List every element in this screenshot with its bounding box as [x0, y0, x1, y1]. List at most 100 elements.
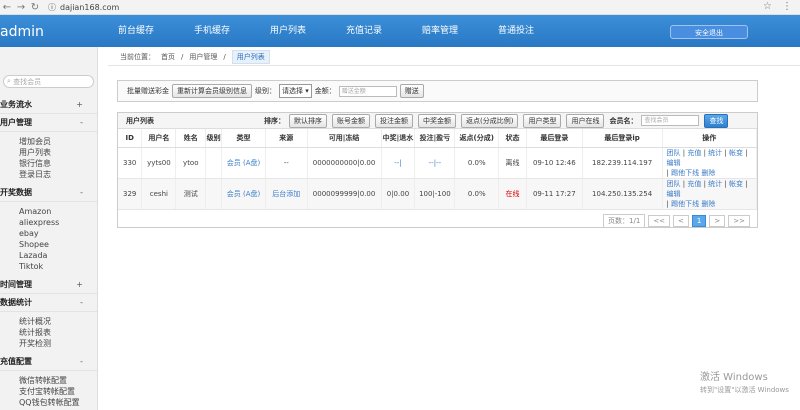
sidebar-group-business[interactable]: 业务流水 +: [0, 96, 97, 114]
sidebar-item-bank-info[interactable]: 银行信息: [0, 158, 97, 169]
sidebar-item-aliexpress[interactable]: aliexpress: [0, 217, 97, 228]
sidebar-search-input[interactable]: ⌕ 查找会员: [3, 75, 94, 88]
pagination: 页数：1/1 << < 1 > >>: [118, 210, 757, 232]
breadcrumb-home[interactable]: 首页: [161, 52, 175, 62]
user-type-link[interactable]: 会员 (A盘): [221, 147, 266, 179]
topnav-item-2[interactable]: 用户列表: [250, 15, 326, 47]
gift-submit-button[interactable]: 赠送: [399, 84, 424, 98]
reload-icon[interactable]: ↻: [28, 2, 42, 13]
stats-link[interactable]: 统计: [708, 149, 722, 157]
account-change-link[interactable]: 帐变: [729, 149, 743, 157]
row-actions: 团队 | 充值 | 统计 | 帐变 | 编辑 | 踢他下线 删除: [662, 147, 758, 179]
sidebar-group-stats[interactable]: 数据统计 -: [0, 294, 97, 312]
address-bar[interactable]: ⓘ dajian168.com: [48, 2, 119, 13]
top-bar: admin 前台缓存 手机缓存 用户列表 充值记录 赔率管理 普通投注 安全退出: [0, 15, 800, 47]
topnav-item-0[interactable]: 前台缓存: [98, 15, 174, 47]
sort-default-button[interactable]: 默认排序: [289, 113, 327, 128]
sidebar-item-amazon[interactable]: Amazon: [0, 206, 97, 217]
sidebar-item-qq-config[interactable]: QQ钱包转帐配置: [0, 397, 97, 408]
current-page-button[interactable]: 1: [691, 214, 707, 227]
sidebar-item-shopee[interactable]: Shopee: [0, 239, 97, 250]
sidebar-group-users[interactable]: 用户管理 -: [0, 114, 97, 132]
sidebar-item-user-list[interactable]: 用户列表: [0, 147, 97, 158]
col-win: 中奖|退水: [381, 129, 416, 148]
kick-offline-link[interactable]: 踢他下线: [671, 169, 699, 177]
sidebar-item-lazada[interactable]: Lazada: [0, 250, 97, 261]
sidebar-item-stats-overview[interactable]: 统计概况: [0, 316, 97, 327]
sidebar-item-stats-report[interactable]: 统计报表: [0, 327, 97, 338]
table-header-row: ID 用户名 姓名 级别 类型 来源 可用|冻结 中奖|退水 投注|盈亏 返点(…: [118, 129, 758, 148]
topnav-item-1[interactable]: 手机缓存: [174, 15, 250, 47]
col-bet: 投注|盈亏: [414, 129, 456, 148]
safe-exit-button[interactable]: 安全退出: [670, 25, 748, 39]
breadcrumb: 当前位置： 首页 / 用户管理 / 用户列表: [108, 48, 800, 66]
sort-type-button[interactable]: 用户类型: [523, 113, 562, 128]
member-search-input[interactable]: 查找会员: [641, 115, 700, 126]
sidebar-item-ebay[interactable]: ebay: [0, 228, 97, 239]
col-balance: 可用|冻结: [307, 129, 382, 148]
kick-offline-link[interactable]: 踢他下线: [671, 200, 699, 208]
last-page-button[interactable]: >>: [728, 214, 750, 227]
sidebar-group-lottery[interactable]: 开奖数据 -: [0, 184, 97, 202]
delete-link[interactable]: 删除: [701, 200, 715, 208]
sidebar-item-login-log[interactable]: 登录日志: [0, 169, 97, 180]
bonus-label: 批量赠送彩金: [127, 87, 169, 95]
url-text: dajian168.com: [60, 2, 120, 12]
recalculate-level-button[interactable]: 重新计算会员级别信息: [172, 84, 252, 98]
topnav-item-4[interactable]: 赔率管理: [402, 15, 478, 47]
recharge-link[interactable]: 充值: [687, 180, 701, 188]
topnav-item-5[interactable]: 普通投注: [478, 15, 554, 47]
amount-input[interactable]: 赠送金额: [338, 85, 397, 97]
expand-icon: +: [76, 280, 83, 289]
sidebar-item-wechat-config[interactable]: 微信转帐配置: [0, 375, 97, 386]
sort-balance-button[interactable]: 账号金额: [332, 113, 370, 128]
collapse-icon: -: [80, 118, 83, 127]
team-link[interactable]: 团队: [667, 180, 681, 188]
sidebar-item-draw-check[interactable]: 开奖检测: [0, 338, 97, 349]
level-label: 级别：: [255, 87, 276, 95]
sort-rebate-button[interactable]: 返点(分成比例): [461, 113, 519, 128]
prev-page-button[interactable]: <: [673, 214, 689, 227]
edit-link[interactable]: 编辑: [667, 190, 681, 198]
site-info-icon[interactable]: ⓘ: [48, 2, 56, 13]
next-page-button[interactable]: >: [709, 214, 726, 227]
member-search-button[interactable]: 查找: [704, 113, 729, 128]
menu-icon[interactable]: ⋮: [782, 1, 792, 12]
team-link[interactable]: 团队: [667, 149, 681, 157]
back-icon[interactable]: ←: [0, 2, 14, 13]
col-source: 来源: [265, 129, 308, 148]
star-icon[interactable]: ☆: [763, 1, 772, 12]
forward-icon[interactable]: →: [14, 2, 28, 13]
topnav-item-3[interactable]: 充值记录: [326, 15, 402, 47]
collapse-icon: -: [80, 188, 83, 197]
brand-logo: admin: [0, 24, 44, 40]
bonus-filter-bar: 批量赠送彩金 重新计算会员级别信息 级别： 请选择 ▾ 金额： 赠送金额 赠送: [117, 80, 758, 102]
sort-label: 排序：: [264, 116, 285, 125]
table-row: 330 yyts00 ytoo 会员 (A盘) -- 0000000000|0.…: [118, 147, 758, 179]
breadcrumb-section[interactable]: 用户管理: [189, 52, 217, 62]
sort-bet-button[interactable]: 投注金额: [375, 113, 413, 128]
user-list-panel: 用户列表 排序： 默认排序 账号金额 投注金额 中奖金额 返点(分成比例) 用户…: [117, 112, 758, 228]
sidebar-item-alipay-config[interactable]: 支付宝转帐配置: [0, 386, 97, 397]
col-name: 姓名: [175, 129, 207, 148]
account-change-link[interactable]: 帐变: [729, 180, 743, 188]
sidebar-group-recharge[interactable]: 充值配置 -: [0, 353, 97, 371]
sidebar-item-add-member[interactable]: 增加会员: [0, 136, 97, 147]
sort-online-button[interactable]: 用户在线: [566, 113, 605, 128]
status-badge: 离线: [498, 147, 527, 179]
recharge-link[interactable]: 充值: [687, 149, 701, 157]
delete-link[interactable]: 删除: [701, 169, 715, 177]
level-select[interactable]: 请选择 ▾: [279, 84, 312, 98]
edit-link[interactable]: 编辑: [667, 159, 681, 167]
table-row: 329 ceshi 测试 会员 (A盘) 后台添加 0000099999|0.0…: [118, 178, 758, 210]
user-type-link[interactable]: 会员 (A盘): [221, 178, 266, 210]
stats-link[interactable]: 统计: [708, 180, 722, 188]
col-username: 用户名: [141, 129, 177, 148]
collapse-icon: -: [80, 357, 83, 366]
sidebar-group-time[interactable]: 时间管理 +: [0, 276, 97, 294]
sidebar-item-tiktok[interactable]: Tiktok: [0, 261, 97, 272]
sort-win-button[interactable]: 中奖金额: [418, 113, 456, 128]
col-ops: 操作: [662, 129, 758, 148]
user-table: ID 用户名 姓名 级别 类型 来源 可用|冻结 中奖|退水 投注|盈亏 返点(…: [118, 129, 758, 210]
first-page-button[interactable]: <<: [648, 214, 671, 227]
